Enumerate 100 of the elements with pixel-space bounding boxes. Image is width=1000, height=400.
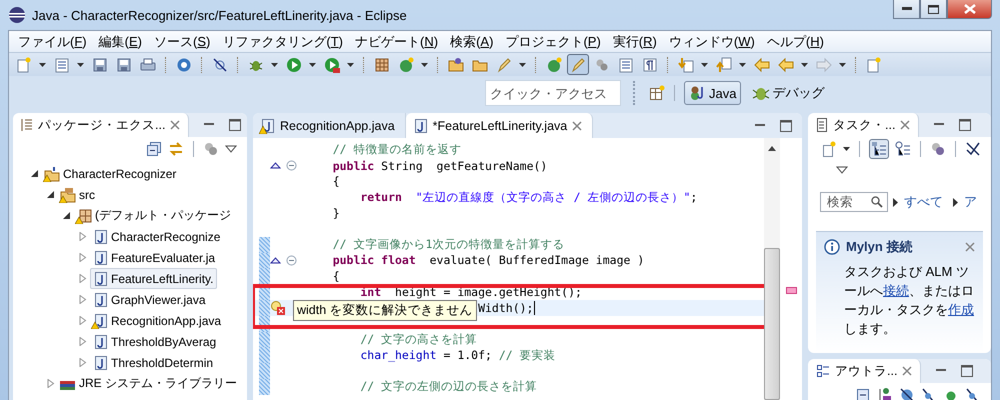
maximize-button[interactable] (920, 0, 947, 19)
fold-icon[interactable] (286, 254, 297, 266)
close-icon[interactable] (170, 120, 180, 130)
tree-item[interactable]: ThresholdByAverag (90, 331, 220, 352)
menu-item[interactable]: ヘルプ(H) (760, 32, 830, 52)
collapse-all-icon[interactable] (855, 387, 871, 400)
tree-item[interactable]: CharacterRecognizer (42, 163, 180, 184)
scroll-up-icon[interactable] (768, 146, 776, 151)
tree-item[interactable]: ThresholdDetermin (90, 352, 216, 373)
tree-item[interactable]: FeatureEvaluater.ja (90, 247, 218, 268)
menu-item[interactable]: 実行(R) (606, 32, 663, 52)
dropdown-caret-icon[interactable] (309, 62, 316, 66)
categorized-view-button[interactable] (869, 139, 889, 159)
filter-icon[interactable] (203, 141, 219, 157)
open-perspective-icon[interactable] (649, 85, 665, 101)
tree-item[interactable]: RecognitionApp.java (90, 310, 224, 331)
perspective-button[interactable]: デバッグ (747, 81, 830, 105)
search-field[interactable]: 検索 (820, 192, 888, 212)
dropdown-caret-icon[interactable] (519, 62, 526, 66)
close-button[interactable] (947, 0, 992, 19)
package-view-icon (21, 118, 33, 132)
close-icon[interactable] (900, 120, 910, 130)
view-menu-icon[interactable] (836, 166, 848, 174)
package-icon (75, 208, 93, 224)
paragraph-icon (642, 56, 658, 72)
maximize-icon[interactable] (959, 119, 972, 131)
dropdown-caret-icon[interactable] (801, 62, 808, 66)
dropdown-caret-icon[interactable] (421, 62, 428, 66)
tree-item[interactable]: (デフォルト・パッケージ (74, 205, 234, 226)
menu-item[interactable]: 編集(E) (92, 32, 148, 52)
expanded-arrow-icon[interactable] (31, 169, 39, 178)
hide-fields-icon[interactable] (899, 387, 915, 400)
view-menu-icon[interactable] (225, 145, 237, 153)
quick-access-field[interactable]: クイック・アクセス (485, 80, 621, 106)
close-icon[interactable] (965, 242, 975, 252)
save-icon (92, 56, 108, 72)
scroll-thumb[interactable] (764, 248, 780, 400)
menu-item[interactable]: ファイル(F) (12, 32, 93, 52)
filter-link[interactable]: すべて (904, 193, 943, 211)
perspective-button[interactable]: Java (684, 81, 742, 105)
minimize-button[interactable] (893, 0, 920, 19)
close-icon[interactable] (572, 120, 582, 130)
view-tab[interactable]: パッケージ・エクス... (13, 113, 190, 137)
collapsed-arrow-icon[interactable] (79, 232, 87, 241)
tree-item[interactable]: src (58, 184, 98, 205)
connect-link[interactable]: 接続 (883, 283, 909, 298)
new-task-icon[interactable] (821, 141, 837, 157)
new-item-icon (54, 56, 70, 72)
maximize-icon[interactable] (229, 119, 242, 131)
dropdown-caret-icon[interactable] (701, 62, 708, 66)
sort-icon[interactable] (877, 387, 893, 400)
filter-icon[interactable] (930, 141, 946, 157)
highlight-toggle-button[interactable] (567, 54, 589, 75)
collapsed-arrow-icon[interactable] (79, 358, 87, 367)
dropdown-caret-icon[interactable] (77, 62, 84, 66)
gear-icon (176, 56, 192, 72)
collapsed-arrow-icon[interactable] (79, 337, 87, 346)
scheduled-view-icon[interactable] (895, 141, 911, 157)
fold-icon[interactable] (286, 160, 297, 172)
editor-tab[interactable]: *FeatureLeftLinerity.java (406, 113, 594, 138)
menu-item[interactable]: リファクタリング(T) (216, 32, 349, 52)
dropdown-caret-icon[interactable] (271, 62, 278, 66)
expanded-arrow-icon[interactable] (63, 211, 71, 220)
filter-link[interactable]: ア (964, 193, 977, 211)
menu-item[interactable]: ナビゲート(N) (349, 32, 444, 52)
pin-icon (866, 56, 882, 72)
collapsed-arrow-icon[interactable] (79, 295, 87, 304)
code-line: // 文字画像から1次元の特徴量を計算する (332, 237, 564, 252)
error-marker-icon[interactable] (270, 300, 286, 316)
code-line: // 特徴量の名前を返す (332, 142, 462, 158)
collapsed-arrow-icon[interactable] (79, 253, 87, 262)
collapsed-arrow-icon[interactable] (47, 379, 55, 388)
menu-item[interactable]: 検索(A) (444, 32, 500, 52)
menu-item[interactable]: ソース(S) (148, 32, 216, 52)
menu-item[interactable]: ウィンドウ(W) (662, 32, 761, 52)
close-icon[interactable] (902, 366, 912, 376)
dropdown-caret-icon[interactable] (739, 62, 746, 66)
maximize-icon[interactable] (780, 120, 792, 132)
expanded-arrow-icon[interactable] (47, 190, 55, 199)
collapsed-arrow-icon[interactable] (79, 316, 87, 325)
crossed-check-icon[interactable] (965, 141, 981, 157)
menu-item[interactable]: プロジェクト(P) (499, 32, 607, 52)
dropdown-caret-icon[interactable] (347, 62, 354, 66)
tree-item[interactable]: CharacterRecognize (90, 226, 224, 247)
prev-annotation-icon (716, 56, 732, 72)
maximize-icon[interactable] (961, 365, 974, 377)
create-link[interactable]: 作成 (948, 302, 974, 317)
editor-tab[interactable]: RecognitionApp.java (253, 113, 406, 138)
dropdown-caret-icon[interactable] (39, 62, 46, 66)
tree-item[interactable]: JRE システム・ライブラリー (58, 373, 240, 394)
tree-item[interactable]: FeatureLeftLinerity. (90, 268, 216, 289)
dropdown-caret-icon[interactable] (843, 147, 850, 151)
document-icon (618, 56, 634, 72)
view-tab[interactable]: タスク・... (808, 113, 920, 137)
scrollbar[interactable] (764, 138, 780, 400)
collapsed-arrow-icon[interactable] (79, 274, 87, 283)
dropdown-caret-icon[interactable] (839, 62, 846, 66)
tree-item[interactable]: GraphViewer.java (90, 289, 208, 310)
link-editor-icon[interactable] (168, 141, 184, 157)
view-tab[interactable]: アウトラ... (808, 359, 922, 383)
